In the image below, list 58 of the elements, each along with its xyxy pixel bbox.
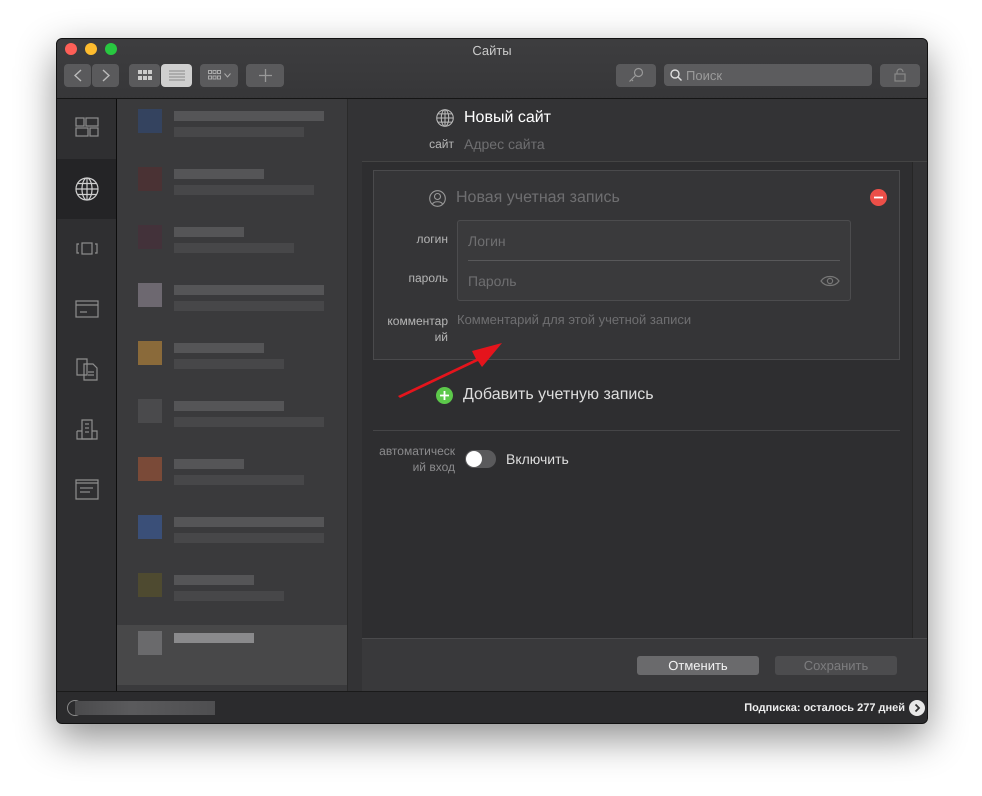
- key-icon: [628, 67, 644, 83]
- field-label: логин: [415, 231, 448, 248]
- notepad-icon: [74, 477, 98, 501]
- blurred-icon: [138, 631, 162, 655]
- cancel-button[interactable]: Отменить: [637, 656, 759, 674]
- chevron-right-icon[interactable]: [909, 700, 925, 716]
- field-label: автоматический вход: [378, 443, 455, 475]
- field-label: пароль: [407, 270, 448, 287]
- close-button[interactable]: [65, 43, 77, 55]
- site-address-field[interactable]: Адрес сайта: [464, 136, 927, 152]
- globe-icon: [74, 177, 98, 201]
- site-title: Новый сайт: [464, 108, 552, 128]
- toggle-label: Включить: [506, 451, 569, 467]
- list-row[interactable]: [117, 625, 347, 685]
- subscription-status: Подписка: осталось 277 дней: [744, 702, 905, 714]
- caret-icon: [224, 72, 230, 78]
- sidebar-item[interactable]: [57, 159, 116, 219]
- view-options-button[interactable]: [200, 64, 238, 86]
- chevron-right-icon: [102, 68, 110, 82]
- redacted-text: [174, 459, 244, 469]
- grid-icon: [208, 70, 220, 80]
- blurred-icon: [138, 341, 162, 365]
- search-field[interactable]: Поиск: [664, 64, 872, 86]
- field-label: комментарий: [386, 313, 448, 345]
- blurred-icon: [138, 109, 162, 133]
- grid-icon: [138, 70, 152, 80]
- window-title: Сайты: [472, 42, 512, 58]
- blurred-icon: [138, 515, 162, 539]
- remove-button[interactable]: [870, 189, 887, 206]
- documents-icon: [74, 357, 98, 381]
- scrollbar[interactable]: [347, 99, 362, 691]
- user-icon: [429, 190, 446, 206]
- plus-icon: [258, 68, 272, 82]
- zoom-button[interactable]: [105, 43, 117, 55]
- list-view-button[interactable]: [161, 64, 192, 86]
- add-account-link[interactable]: Добавить учетную запись: [463, 386, 654, 404]
- forward-button[interactable]: [92, 64, 119, 86]
- chevron-left-icon: [74, 68, 82, 82]
- field-label: сайт: [429, 136, 454, 150]
- auto-login-toggle[interactable]: [465, 450, 496, 468]
- scrollbar[interactable]: [912, 162, 927, 638]
- blurred-icon: [138, 457, 162, 481]
- comment-field[interactable]: Комментарий для этой учетной записи: [457, 312, 837, 327]
- grid-view-button[interactable]: [129, 64, 160, 86]
- account-name-field[interactable]: Новая учетная запись: [456, 189, 756, 207]
- blurred-icon: [138, 283, 162, 307]
- back-button[interactable]: [64, 64, 91, 86]
- redacted-text: [174, 227, 244, 237]
- key-button[interactable]: [616, 64, 656, 86]
- lock-button[interactable]: [880, 64, 920, 86]
- add-icon[interactable]: [436, 386, 453, 404]
- building-icon: [74, 417, 98, 441]
- globe-icon: [436, 108, 454, 126]
- add-button[interactable]: [246, 64, 284, 86]
- eye-icon[interactable]: [820, 274, 840, 286]
- minimize-button[interactable]: [85, 43, 97, 55]
- lock-icon: [894, 68, 906, 82]
- list-icon: [168, 70, 184, 80]
